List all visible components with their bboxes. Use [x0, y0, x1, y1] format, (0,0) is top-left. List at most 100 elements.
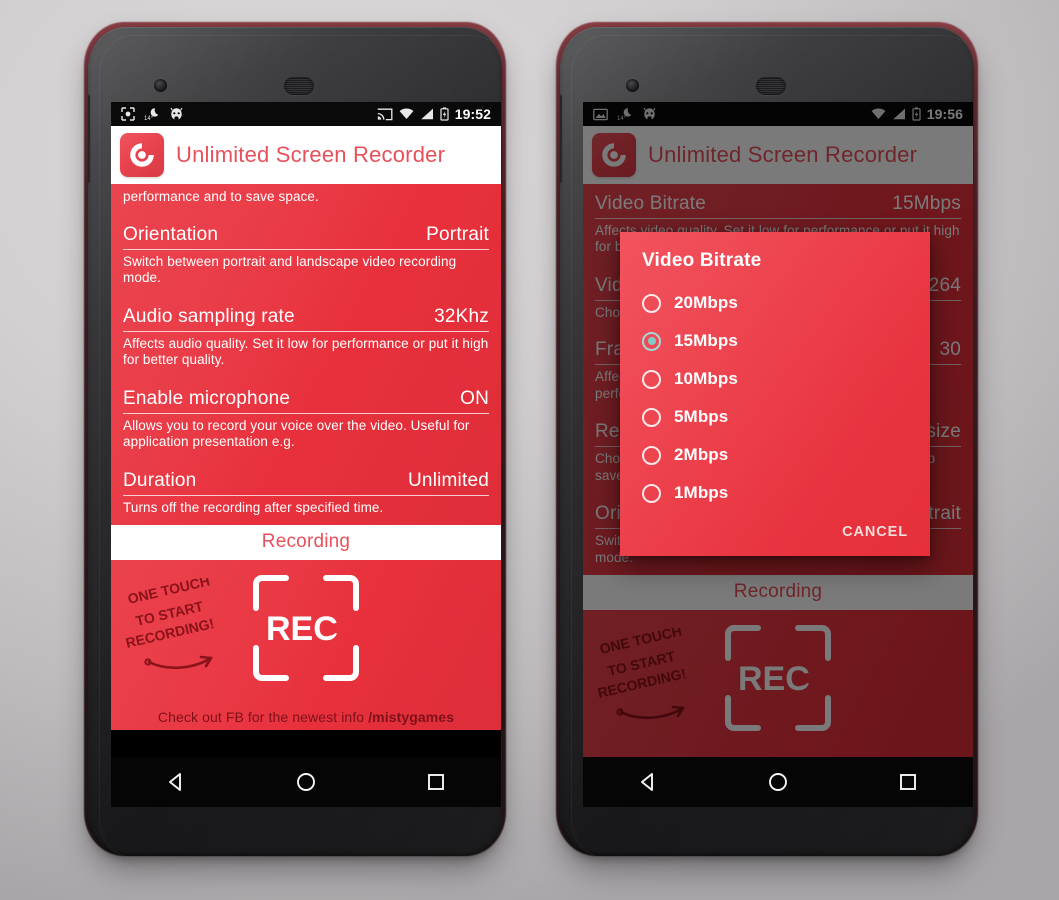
- dialog-option-label: 10Mbps: [674, 369, 738, 388]
- phone-device-right: 14° 19:56 Unlimited Screen Recorder Vide…: [552, 22, 982, 862]
- battery-charging-icon: [440, 107, 449, 121]
- cast-icon: [377, 108, 393, 120]
- dialog-option-5mbps[interactable]: 5Mbps: [620, 398, 930, 436]
- setting-description: Affects audio quality. Set it low for pe…: [123, 335, 489, 368]
- footer-handle: /mistygames: [368, 709, 455, 726]
- earpiece-speaker-icon: [756, 77, 786, 95]
- radio-button-icon[interactable]: [642, 369, 661, 389]
- radio-button-selected-icon[interactable]: [642, 331, 661, 351]
- dialog-option-label: 2Mbps: [674, 445, 729, 464]
- setting-title: Audio sampling rate: [123, 305, 295, 327]
- phone-screen-right: 14° 19:56 Unlimited Screen Recorder Vide…: [583, 102, 973, 757]
- app-bar-left: Unlimited Screen Recorder: [111, 126, 501, 184]
- setting-description: Switch between portrait and landscape vi…: [123, 254, 457, 286]
- radio-button-icon[interactable]: [642, 293, 661, 313]
- footer-text: Check out FB for the newest info: [157, 709, 369, 726]
- setting-value: 30: [939, 339, 961, 361]
- setting-title: Enable microphone: [123, 387, 291, 409]
- rec-record-button[interactable]: REC: [722, 622, 834, 739]
- android-alien-icon: [643, 107, 656, 121]
- status-bar-right: 14° 19:56: [583, 102, 973, 126]
- weather-night-icon: 14°: [617, 108, 632, 121]
- status-bar-clock: 19:56: [926, 106, 963, 122]
- setting-description: Turns off the recording after specified …: [123, 499, 384, 515]
- rec-record-button[interactable]: REC: [250, 572, 362, 689]
- back-triangle-icon[interactable]: [165, 771, 187, 793]
- cancel-button[interactable]: CANCEL: [842, 524, 908, 540]
- home-circle-icon[interactable]: [767, 771, 789, 793]
- phone-screen-left: 14° 19:52 Unlimited Screen Recorder perf…: [111, 102, 501, 757]
- front-camera-icon: [626, 79, 639, 92]
- dialog-option-label: 15Mbps: [674, 331, 738, 350]
- video-bitrate-dialog: Video Bitrate 20Mbps 15Mbps 10Mbps 5Mbps…: [620, 232, 930, 556]
- app-logo-icon: [592, 133, 636, 177]
- app-title: Unlimited Screen Recorder: [648, 142, 918, 167]
- setting-row-enable-microphone[interactable]: Enable microphone ON Allows you to recor…: [111, 379, 501, 461]
- android-alien-icon: [170, 107, 183, 121]
- partial-description: performance and to save space.: [123, 189, 319, 204]
- status-bar-left-icons: 14°: [121, 107, 183, 121]
- setting-row-header: Enable microphone ON: [123, 379, 489, 414]
- setting-row-header: Duration Unlimited: [123, 461, 489, 496]
- handwritten-hint: ONE TOUCH TO START RECORDING!: [123, 573, 243, 683]
- battery-charging-icon: [912, 107, 921, 121]
- phone-device-left: 14° 19:52 Unlimited Screen Recorder perf…: [80, 22, 510, 862]
- phone-body: 14°: [560, 27, 974, 856]
- volume-rocker-button[interactable]: [560, 95, 562, 183]
- dialog-option-10mbps[interactable]: 10Mbps: [620, 360, 930, 398]
- weather-night-icon: 14°: [144, 108, 159, 121]
- setting-title: Video Bitrate: [595, 193, 707, 214]
- status-bar-right-icons: 19:56: [871, 106, 963, 122]
- dialog-option-label: 20Mbps: [674, 293, 738, 312]
- radio-button-icon[interactable]: [642, 483, 661, 503]
- app-title: Unlimited Screen Recorder: [176, 142, 446, 167]
- setting-row-audio-sampling-rate[interactable]: Audio sampling rate 32Khz Affects audio …: [111, 297, 501, 379]
- settings-list-left: performance and to save space. Orientati…: [111, 184, 501, 526]
- home-circle-icon[interactable]: [295, 771, 317, 793]
- status-bar-left-icons: 14°: [593, 107, 656, 121]
- setting-row-header: Audio sampling rate 32Khz: [123, 297, 489, 332]
- recording-section-header: Recording: [583, 575, 973, 611]
- status-bar-right-icons: 19:52: [377, 106, 491, 122]
- status-bar-clock: 19:52: [454, 106, 491, 122]
- weather-temperature: 14°: [617, 116, 627, 121]
- setting-description: Allows you to record your voice over the…: [123, 417, 470, 450]
- recents-square-icon[interactable]: [897, 771, 919, 793]
- recording-section-header: Recording: [111, 525, 501, 561]
- back-triangle-icon[interactable]: [637, 771, 659, 793]
- app-logo-icon: [120, 133, 164, 177]
- volume-rocker-button[interactable]: [88, 95, 90, 183]
- radio-button-icon[interactable]: [642, 445, 661, 465]
- app-bar-right: Unlimited Screen Recorder: [583, 126, 973, 184]
- status-bar-left: 14° 19:52: [111, 102, 501, 126]
- recents-square-icon[interactable]: [425, 771, 447, 793]
- wifi-icon: [871, 108, 886, 119]
- screenshot-icon: [121, 107, 135, 121]
- wifi-icon: [399, 108, 414, 119]
- setting-title: Duration: [123, 469, 197, 491]
- front-camera-icon: [154, 79, 167, 92]
- setting-row-duration[interactable]: Duration Unlimited Turns off the recordi…: [111, 461, 501, 525]
- setting-row-header: Orientation Portrait: [123, 215, 489, 250]
- setting-value: Unlimited: [408, 469, 489, 491]
- dialog-option-15mbps[interactable]: 15Mbps: [620, 322, 930, 360]
- dialog-option-label: 1Mbps: [674, 483, 729, 502]
- handwritten-hint: ONE TOUCH TO START RECORDING!: [595, 623, 715, 733]
- setting-row-orientation[interactable]: Orientation Portrait Switch between port…: [111, 215, 501, 297]
- dialog-options-list: 20Mbps 15Mbps 10Mbps 5Mbps 2Mbps 1Mbps: [620, 274, 930, 516]
- dialog-actions: CANCEL: [620, 516, 930, 556]
- weather-temperature: 14°: [144, 116, 154, 121]
- recording-area-left: ONE TOUCH TO START RECORDING! REC Check …: [111, 560, 501, 731]
- dialog-option-20mbps[interactable]: 20Mbps: [620, 284, 930, 322]
- setting-value: 15Mbps: [892, 193, 961, 214]
- setting-value: ON: [460, 387, 489, 409]
- dialog-option-2mbps[interactable]: 2Mbps: [620, 436, 930, 474]
- footer-fb-line[interactable]: Check out FB for the newest info /mistyg…: [111, 709, 501, 725]
- recording-area-right: ONE TOUCH TO START RECORDING! REC: [583, 610, 973, 757]
- dialog-option-1mbps[interactable]: 1Mbps: [620, 474, 930, 512]
- setting-row-header: Video Bitrate 15Mbps: [595, 184, 961, 219]
- setting-value: 32Khz: [434, 305, 489, 327]
- radio-button-icon[interactable]: [642, 407, 661, 427]
- dialog-title: Video Bitrate: [642, 250, 762, 271]
- android-nav-bar-left: [111, 757, 501, 807]
